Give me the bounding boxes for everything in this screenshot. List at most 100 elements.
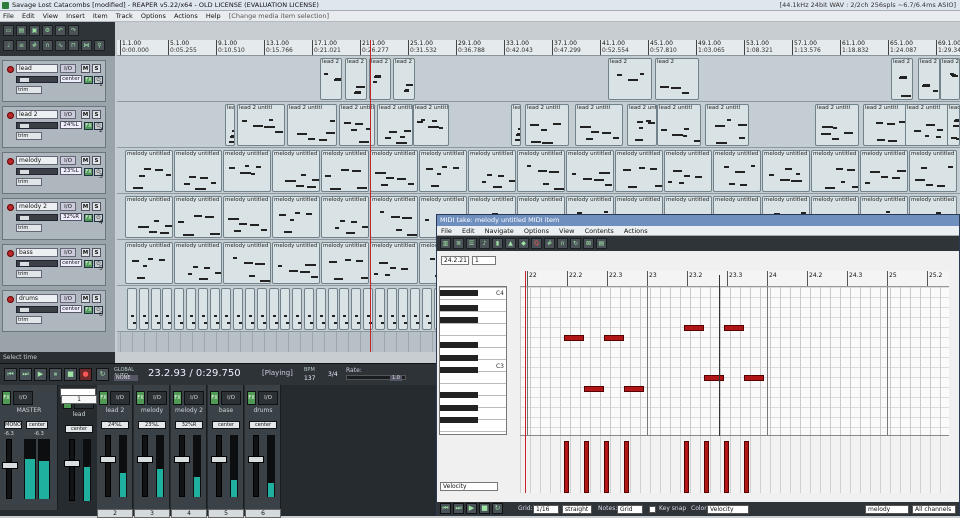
strip-io-button[interactable]: I/O	[221, 391, 241, 405]
media-item[interactable]	[386, 288, 397, 330]
black-key[interactable]	[440, 317, 478, 323]
velocity-bar[interactable]	[744, 441, 749, 493]
media-item[interactable]	[292, 288, 303, 330]
strip-io-button[interactable]: I/O	[258, 391, 278, 405]
strip-fader-cap[interactable]	[211, 456, 227, 463]
black-key[interactable]	[440, 290, 478, 296]
media-item[interactable]	[150, 288, 161, 330]
media-item[interactable]	[351, 288, 362, 330]
volume-slider[interactable]	[16, 122, 58, 129]
media-item[interactable]	[410, 288, 421, 330]
midi-menu-options[interactable]: Options	[520, 226, 553, 236]
velocity-lane[interactable]	[520, 436, 949, 493]
black-key[interactable]	[440, 417, 478, 423]
volume-slider[interactable]	[16, 168, 58, 175]
rate-value[interactable]: 1.0	[390, 375, 402, 381]
midi-menu-view[interactable]: View	[555, 226, 578, 236]
media-item[interactable]: melody untitled M	[860, 150, 908, 192]
media-item[interactable]: melody untitled M	[272, 150, 320, 192]
media-item[interactable]	[162, 288, 173, 330]
menu-view[interactable]: View	[40, 11, 61, 22]
midi-snap-icon[interactable]: ∩	[557, 238, 568, 249]
metronome-icon[interactable]: ♩	[3, 40, 14, 51]
media-item[interactable]: melody untitled M	[664, 150, 712, 192]
midi-note[interactable]	[744, 375, 764, 381]
fx-button[interactable]: FX	[84, 214, 93, 222]
strip-io-button[interactable]: I/O	[110, 391, 130, 405]
pan-knob[interactable]: 23%L	[60, 167, 82, 175]
strip-pan[interactable]: center	[212, 421, 240, 429]
fx-button[interactable]: FX	[84, 122, 93, 130]
triangle-notes-icon[interactable]: ▲	[505, 238, 516, 249]
time-signature[interactable]: 3/4	[328, 371, 338, 378]
solo-button[interactable]: S	[92, 156, 101, 165]
menu-file[interactable]: File	[0, 11, 17, 22]
media-item[interactable]: melody untitled M	[321, 242, 369, 284]
strip-number[interactable]: 2	[97, 509, 133, 518]
media-item[interactable]: lead 2 untitl	[863, 104, 907, 146]
play-icon[interactable]: ▶	[34, 368, 47, 381]
media-item[interactable]	[174, 288, 185, 330]
media-item[interactable]	[315, 288, 326, 330]
strip-fader[interactable]	[64, 439, 80, 501]
redo-icon[interactable]: ↷	[68, 25, 79, 36]
track-io-button[interactable]: I/O	[60, 110, 76, 119]
strip-pan[interactable]: center	[65, 425, 93, 433]
media-item[interactable]: lead 2 untitl	[237, 104, 285, 146]
record-arm-icon[interactable]	[7, 296, 14, 303]
midi-menu-actions[interactable]: Actions	[620, 226, 652, 236]
media-item[interactable]	[233, 288, 244, 330]
grid-size-select[interactable]: 1/16	[533, 505, 559, 514]
velocity-bar[interactable]	[624, 441, 629, 493]
strip-fx-button[interactable]: FX	[210, 391, 219, 405]
solo-button[interactable]: S	[92, 64, 101, 73]
strip-number[interactable]: 5	[208, 509, 244, 518]
strip-io-button[interactable]: I/O	[147, 391, 167, 405]
midi-go-start-icon[interactable]: ⏮	[440, 503, 451, 514]
media-item[interactable]: lead 2 untitl	[525, 104, 569, 146]
strip-number[interactable]: 1	[61, 395, 97, 404]
record-arm-icon[interactable]	[7, 158, 14, 165]
record-icon[interactable]: ●	[79, 368, 92, 381]
media-item[interactable]: lead 2 untitl	[905, 104, 949, 146]
strip-number[interactable]: 6	[245, 509, 281, 518]
mute-button[interactable]: M	[81, 294, 90, 303]
media-item[interactable]: melody untitled M	[125, 196, 173, 238]
record-arm-icon[interactable]	[7, 204, 14, 211]
notes-grid-select[interactable]: Grid	[617, 505, 643, 514]
midi-menu-file[interactable]: File	[437, 226, 456, 236]
menu-options[interactable]: Options	[138, 11, 169, 22]
media-item[interactable]: melody untitled M	[223, 242, 271, 284]
record-arm-icon[interactable]	[7, 112, 14, 119]
strip-fader-cap[interactable]	[100, 456, 116, 463]
grid-icon[interactable]: #	[29, 40, 40, 51]
note-length-field[interactable]: 1	[472, 256, 496, 265]
strip-number[interactable]: 3	[134, 509, 170, 518]
strip-fx-button[interactable]: FX	[99, 391, 108, 405]
notation-icon[interactable]: ♪	[479, 238, 490, 249]
link-icon[interactable]: ⚲	[94, 40, 105, 51]
menu-insert[interactable]: Insert	[63, 11, 88, 22]
volume-slider[interactable]	[16, 260, 58, 267]
bpm-value[interactable]: 137	[304, 375, 315, 382]
track-name[interactable]: lead	[16, 64, 58, 73]
fx-button[interactable]: FX	[84, 168, 93, 176]
velocity-bar[interactable]	[684, 441, 689, 493]
media-item[interactable]: lead 2	[393, 58, 415, 100]
track-io-button[interactable]: I/O	[60, 248, 76, 257]
strip-fader-cap[interactable]	[64, 460, 80, 467]
media-item[interactable]	[256, 288, 267, 330]
midi-chase-icon[interactable]: ⊠	[583, 238, 594, 249]
solo-button[interactable]: S	[92, 202, 101, 211]
media-item[interactable]: melody untitled M	[370, 150, 418, 192]
media-item[interactable]: lead 2	[891, 58, 913, 100]
midi-grid-icon[interactable]: #	[544, 238, 555, 249]
media-item[interactable]	[127, 288, 137, 330]
grid-type-select[interactable]: straight	[562, 505, 592, 514]
midi-ruler[interactable]: 22 22.2 22.3 23 23.2 23.3 24 24.2 24.3 25 25.2	[520, 271, 949, 287]
strip-fx-button[interactable]: FX	[173, 391, 182, 405]
fx-button[interactable]: FX	[84, 76, 93, 84]
undo-icon[interactable]: ↶	[55, 25, 66, 36]
volume-slider-thumb[interactable]	[20, 216, 29, 220]
fx-button[interactable]: FX	[84, 260, 93, 268]
